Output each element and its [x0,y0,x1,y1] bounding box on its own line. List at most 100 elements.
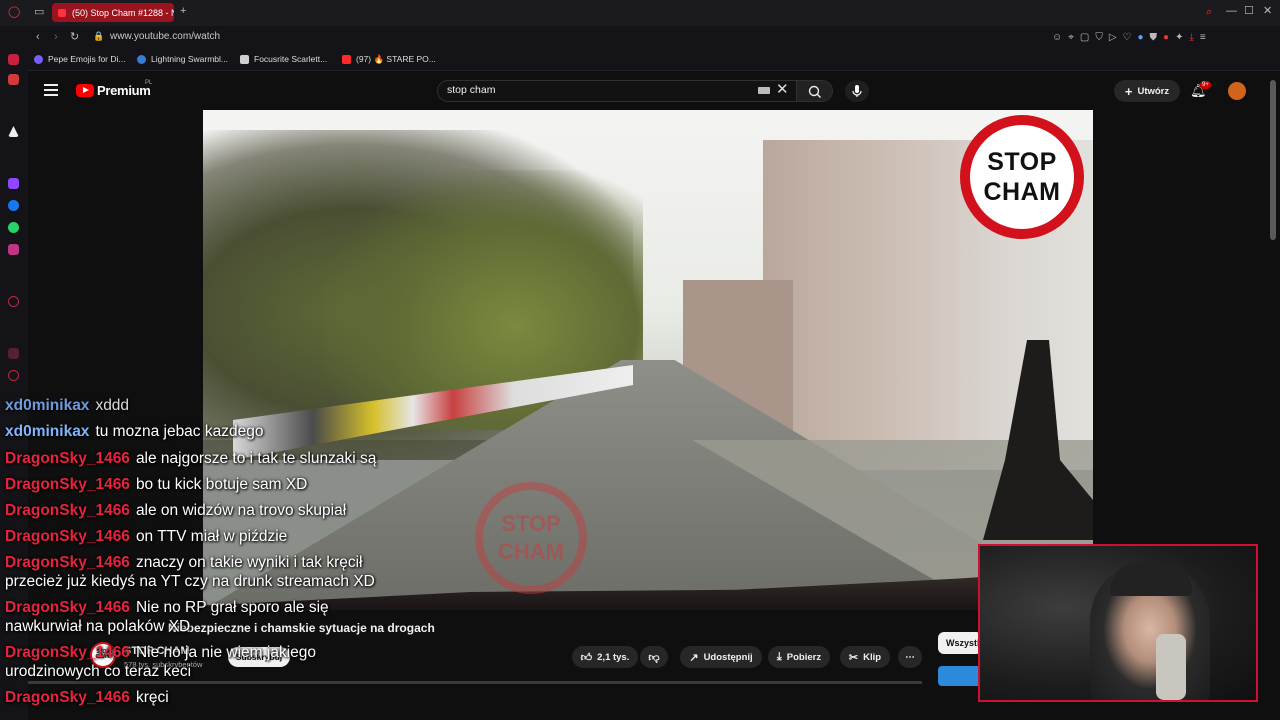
more-actions-button[interactable]: ⋯ [898,646,922,668]
instagram-icon[interactable] [8,244,19,255]
browser-tab-active[interactable]: (50) Stop Cham #1288 - N [52,3,174,22]
video-title: Niebezpieczne i chamskie sytuacje na dro… [168,621,435,635]
chat-username: DragonSky_1466 [5,644,130,661]
youtube-favicon-icon [58,8,66,17]
create-button[interactable]: + Utwórz [1114,80,1180,102]
share-icon: ↗ [689,651,699,664]
minimize-button[interactable]: — [1226,6,1237,17]
chat-message: DragonSky_1466 bo tu kick botuje sam XD [5,476,307,494]
share-button[interactable]: ↗ Udostępnij [680,646,762,668]
history-icon[interactable] [8,370,19,381]
chat-message: DragonSky_1466 ale on widzów na trovo sku… [5,502,346,520]
adblock-icon[interactable]: ⛊ [1150,32,1158,43]
chat-text: ale on widzów na trovo skupiał [135,502,347,519]
chat-text: tu mozna jebac kazdego [95,423,264,440]
chat-text: ale najgorsze to i tak te slunzaki są [135,450,377,467]
twitch-icon[interactable] [8,178,19,189]
notification-badge: 9+ [1200,81,1211,89]
close-window-button[interactable]: ✕ [1263,6,1272,17]
messenger-icon[interactable] [8,200,19,211]
filter-chip-all[interactable]: Wszystkie [938,632,982,654]
microphone-icon [852,85,862,97]
bookmark-item[interactable]: Focusrite Scarlett... [240,54,327,64]
menu-icon[interactable] [44,84,58,99]
address-bar[interactable]: www.youtube.com/watch [110,31,220,42]
bookmark-item[interactable]: (97) 🔥 STARE PO... [342,54,436,65]
back-icon[interactable]: ‹ [36,32,40,43]
heart-icon[interactable]: ♡ [1123,32,1132,43]
chat-text: urodzinowych co teraz keci [5,663,192,680]
play-icon [83,87,89,93]
webcam-cap [1110,562,1192,596]
new-tab-button[interactable]: + [180,6,186,17]
account-avatar[interactable] [1228,82,1246,100]
maximize-button[interactable]: ☐ [1244,6,1254,17]
chat-username: DragonSky_1466 [5,502,130,519]
scrollbar-thumb[interactable] [1270,80,1276,240]
vpn-icon[interactable]: ● [1137,32,1143,43]
wallet-icon[interactable] [8,348,19,359]
chat-username: DragonSky_1466 [5,554,130,571]
whatsapp-icon[interactable] [8,222,19,233]
extension-red-icon[interactable]: ● [1163,32,1169,43]
logo-line2: CHAM [983,178,1061,206]
search-tabs-icon[interactable]: ⌕ [1206,7,1212,18]
chat-username: xd0minikax [5,423,90,440]
chat-text: nawkurwiał na polaków XD [5,618,191,635]
thumbs-down-icon: 👎︎ [648,651,660,664]
clear-search-icon[interactable]: ✕ [776,82,789,97]
thumbs-up-icon: 👍︎ [580,651,593,664]
chat-message: xd0minikax xddd [5,397,129,415]
chat-username: DragonSky_1466 [5,599,130,616]
chat-username: DragonSky_1466 [5,476,130,493]
shield-icon[interactable]: ⛉ [1095,32,1103,43]
pin-icon[interactable]: ⌖ [1068,32,1074,43]
chat-username: DragonSky_1466 [5,528,130,545]
chat-message-continuation: urodzinowych co teraz keci [5,663,191,681]
chat-text: kręci [135,689,169,706]
chat-message: DragonSky_1466 on TTV miał w piździe [5,528,287,546]
plus-icon: + [1124,83,1133,99]
download-icon[interactable]: ⤓ [1189,32,1193,43]
recommended-thumbnail[interactable] [938,666,982,686]
search-value[interactable]: stop cham [447,84,495,96]
chat-text: bo tu kick botuje sam XD [135,476,308,493]
emoji-icon[interactable]: ☺ [1052,32,1062,43]
keyboard-icon[interactable] [758,87,770,94]
bookmark-favicon-icon [240,54,249,64]
bookmark-item[interactable]: Lightning Swarmbl... [137,54,228,64]
snapshot-icon[interactable]: ▢ [1080,32,1089,43]
opera-logo-icon[interactable]: ◯ [8,7,20,18]
workspaces-icon[interactable]: ▭ [34,7,44,18]
reload-icon[interactable]: ↻ [70,32,79,43]
download-icon: ⤓ [776,650,782,663]
chat-username: DragonSky_1466 [5,689,130,706]
voice-search-button[interactable] [845,80,869,102]
like-button[interactable]: 👍︎ 2,1 tys. [572,646,638,668]
stop-cham-watermark: STOP CHAM [475,482,587,594]
bookmark-favicon-icon [34,54,43,64]
dislike-button[interactable]: 👎︎ [640,646,668,668]
browser-tab-bar [0,0,1280,26]
tab-title: (50) Stop Cham #1288 - N [72,7,174,18]
clip-button[interactable]: ✂ Klip [840,646,890,668]
browser-extensions: ☺ ⌖ ▢ ⛉ ▷ ♡ ● ⛊ ● ✦ ⤓ ≡ [1052,32,1206,43]
chat-message: DragonSky_1466 Nie no RP grał sporo ale s… [5,599,329,617]
puzzle-icon[interactable]: ✦ [1175,32,1183,43]
forward-icon[interactable]: › [54,32,58,43]
sidebar-app-icon[interactable] [8,54,19,65]
download-button[interactable]: ⤓ Pobierz [768,646,830,668]
region-label: PL [145,80,153,86]
youtube-logo-text[interactable]: Premium [97,83,151,98]
menu-icon[interactable]: ≡ [1200,32,1206,43]
chat-text: przecież już kiedyś na YT czy na drunk s… [5,573,375,590]
chat-text: znaczy on takie wyniki i tak kręcił [135,554,363,571]
sidebar-app-icon[interactable] [8,74,19,85]
webcam-microphone [1156,634,1186,700]
search-icon [808,85,821,98]
video-player[interactable]: STOP CHAM STOP CHAM [203,110,1093,610]
search-button[interactable] [797,80,833,102]
player-icon[interactable] [8,296,19,307]
play-icon[interactable]: ▷ [1109,32,1117,43]
bookmark-item[interactable]: Pepe Emojis for Di... [34,54,125,64]
